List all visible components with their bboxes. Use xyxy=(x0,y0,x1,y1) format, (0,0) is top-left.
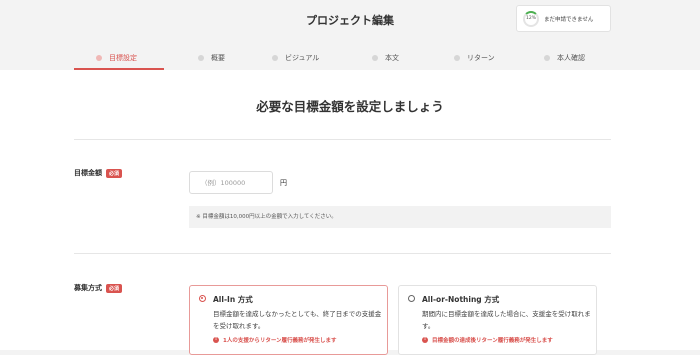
tab-body[interactable]: 本文 xyxy=(372,46,399,70)
step-dot-icon xyxy=(454,55,460,61)
option-description: 期間内に目標金額を達成した場合に、支援金を受け取れます。 xyxy=(422,310,591,330)
goal-amount-label: 目標金額 必須 xyxy=(74,168,123,178)
tab-visual[interactable]: ビジュアル xyxy=(272,46,319,70)
radio-unselected-icon[interactable] xyxy=(408,295,415,302)
option-warning-text: 目標金額の達成後リターン履行義務が発生します xyxy=(432,338,553,344)
divider xyxy=(74,139,611,140)
option-all-or-nothing[interactable]: All-or-Nothing 方式 期間内に目標金額を達成した場合に、支援金を受… xyxy=(398,285,597,355)
step-dot-icon xyxy=(372,55,378,61)
step-dot-icon xyxy=(96,55,102,61)
funding-method-label-text: 募集方式 xyxy=(74,284,102,292)
required-badge: 必須 xyxy=(106,168,123,178)
warning-icon: ! xyxy=(422,337,428,343)
tab-identity-verification[interactable]: 本人確認 xyxy=(544,46,585,70)
option-description: 目標金額を達成しなかったとしても、終了日までの支援金を受け取れます。 xyxy=(213,310,382,330)
submission-status-box: 12% まだ申請できません xyxy=(516,5,611,32)
tab-label: ビジュアル xyxy=(285,54,320,62)
step-tabs: 目標設定 概要 ビジュアル 本文 リターン 本人確認 xyxy=(74,46,614,70)
progress-ring-icon: 12% xyxy=(523,10,539,27)
step-dot-icon xyxy=(544,55,550,61)
tab-label: リターン xyxy=(467,54,495,62)
option-warning: ! 目標金額の達成後リターン履行義務が発生します xyxy=(422,336,553,344)
option-title: All-or-Nothing 方式 xyxy=(422,295,500,304)
tab-goal-setting[interactable]: 目標設定 xyxy=(96,46,137,70)
goal-amount-note: ※ 目標金額は10,000円以上の金額で入力してください。 xyxy=(189,206,611,228)
section-heading: 必要な目標金額を設定しましょう xyxy=(256,99,444,114)
required-badge: 必須 xyxy=(106,283,123,293)
tab-overview[interactable]: 概要 xyxy=(198,46,225,70)
option-title: All-In 方式 xyxy=(213,295,253,304)
option-warning-text: 1人の支援からリターン履行義務が発生します xyxy=(223,338,337,344)
goal-amount-label-text: 目標金額 xyxy=(74,169,102,177)
step-dot-icon xyxy=(198,55,204,61)
divider xyxy=(74,253,611,254)
tab-label: 目標設定 xyxy=(109,54,137,62)
yen-unit: 円 xyxy=(280,179,287,187)
tab-rewards[interactable]: リターン xyxy=(454,46,495,70)
tab-label: 概要 xyxy=(211,54,225,62)
step-dot-icon xyxy=(272,55,278,61)
goal-amount-input[interactable] xyxy=(189,171,273,194)
funding-method-label: 募集方式 必須 xyxy=(74,283,123,293)
warning-icon: ! xyxy=(213,337,219,343)
option-all-in[interactable]: All-In 方式 目標金額を達成しなかったとしても、終了日までの支援金を受け取… xyxy=(189,285,388,355)
option-warning: ! 1人の支援からリターン履行義務が発生します xyxy=(213,336,337,344)
status-text: まだ申請できません xyxy=(544,16,594,23)
radio-selected-icon[interactable] xyxy=(199,295,206,302)
progress-label: 12% xyxy=(525,16,536,21)
main-content: 必要な目標金額を設定しましょう 目標金額 必須 円 ※ 目標金額は10,000円… xyxy=(0,70,700,355)
tab-label: 本文 xyxy=(385,54,399,62)
tab-label: 本人確認 xyxy=(557,54,585,62)
